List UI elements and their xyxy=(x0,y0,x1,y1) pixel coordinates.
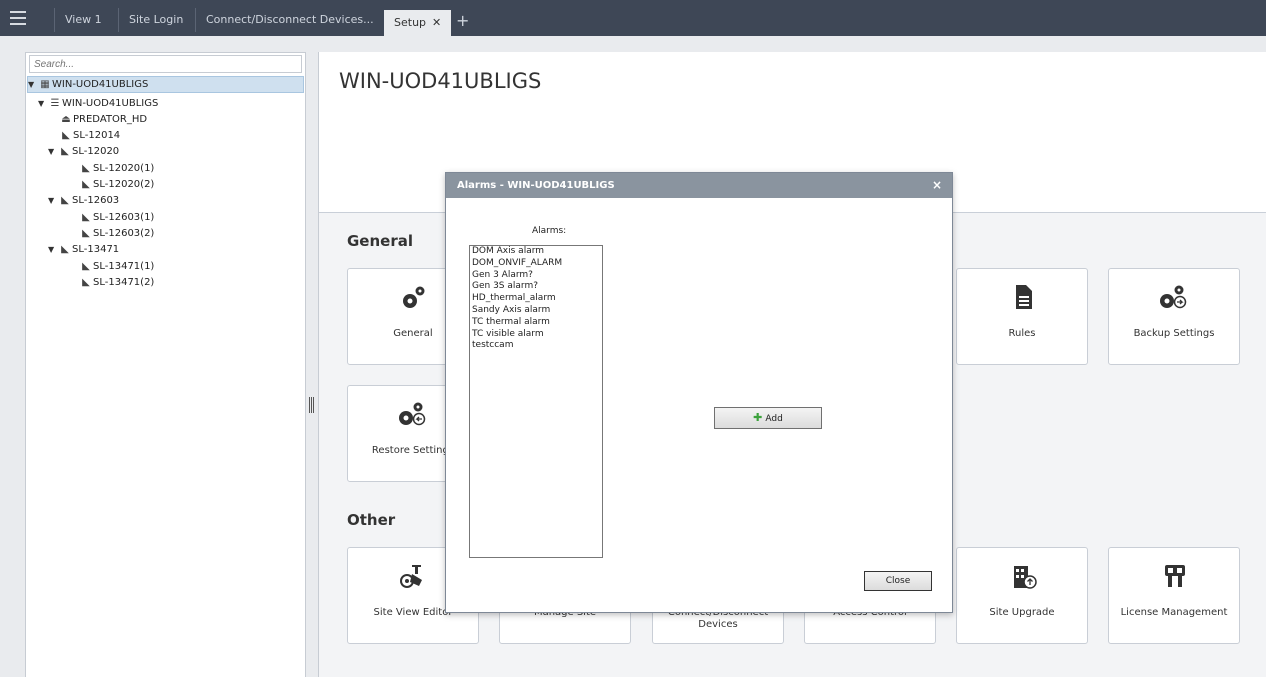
document-icon xyxy=(1016,285,1032,309)
tree-item-camera-group[interactable]: ▼ ◣ SL-12020 xyxy=(48,144,119,159)
license-management-card[interactable]: License Management xyxy=(1108,547,1240,644)
tab-label: Connect/Disconnect Devices... xyxy=(206,13,374,26)
tree-item-label: SL-12603 xyxy=(72,195,120,206)
alarm-list-item[interactable]: Gen 3S alarm? xyxy=(470,281,602,293)
tree-item-camera[interactable]: ◣ SL-12014 xyxy=(59,128,120,143)
top-tab-bar: View 1 Site Login Connect/Disconnect Dev… xyxy=(0,0,1266,36)
alarm-list-item[interactable]: DOM_ONVIF_ALARM xyxy=(470,258,602,270)
expand-caret-icon[interactable]: ▼ xyxy=(48,242,58,257)
site-building-icon: ▦ xyxy=(40,79,50,90)
tree-item-label: WIN-UOD41UBLIGS xyxy=(52,79,149,90)
tab-setup[interactable]: Setup ✕ xyxy=(384,10,452,36)
camera-icon: ◣ xyxy=(82,277,90,288)
close-button[interactable]: Close xyxy=(864,571,932,591)
page-title: WIN-UOD41UBLIGS xyxy=(339,69,542,93)
alarm-list-item[interactable]: HD_thermal_alarm xyxy=(470,293,602,305)
tab-site-login[interactable]: Site Login xyxy=(118,8,183,32)
expand-caret-icon[interactable]: ▼ xyxy=(48,193,58,208)
card-label: License Management xyxy=(1120,607,1228,618)
tree-item-label: WIN-UOD41UBLIGS xyxy=(62,98,159,109)
tab-label: Setup xyxy=(394,16,427,29)
camera-icon: ◣ xyxy=(82,179,90,190)
new-tab-button[interactable]: + xyxy=(456,12,469,30)
camera-icon: ◣ xyxy=(82,228,90,239)
camera-icon: ◣ xyxy=(61,244,69,255)
backup-settings-card[interactable]: Backup Settings xyxy=(1108,268,1240,365)
expand-caret-icon[interactable]: ▼ xyxy=(38,96,48,111)
tree-item-camera-group[interactable]: ▼ ◣ SL-13471 xyxy=(48,242,119,257)
search-input[interactable] xyxy=(29,55,302,73)
tree-item-label: SL-12603(1) xyxy=(93,212,155,223)
tree-item-label: SL-12020(1) xyxy=(93,163,155,174)
dome-camera-icon: ⏏ xyxy=(61,114,71,125)
camera-icon: ◣ xyxy=(61,195,69,206)
tree-item-server[interactable]: ▼ ☰ WIN-UOD41UBLIGS xyxy=(38,96,158,111)
alarm-list-item[interactable]: Sandy Axis alarm xyxy=(470,305,602,317)
alarms-label: Alarms: xyxy=(532,226,567,236)
plus-icon: ✚ xyxy=(753,411,763,424)
card-label: Site Upgrade xyxy=(989,607,1055,618)
general-section-title: General xyxy=(347,232,413,250)
tree-item-camera[interactable]: ◣ SL-12603(1) xyxy=(79,210,154,225)
dialog-title-bar[interactable]: Alarms - WIN-UOD41UBLIGS × xyxy=(446,173,952,198)
tree-item-camera[interactable]: ◣ SL-13471(2) xyxy=(79,275,154,290)
card-label: Backup Settings xyxy=(1133,328,1215,339)
camera-icon: ◣ xyxy=(61,146,69,157)
panel-splitter-handle[interactable] xyxy=(309,397,315,415)
tree-item-label: SL-12020(2) xyxy=(93,179,155,190)
camera-icon: ◣ xyxy=(82,163,90,174)
camera-icon: ◣ xyxy=(62,130,70,141)
tree-item-label: SL-13471(2) xyxy=(93,277,155,288)
add-button-label: Add xyxy=(765,414,783,424)
camera-icon: ◣ xyxy=(82,212,90,223)
expand-caret-icon[interactable]: ▼ xyxy=(28,77,38,92)
tree-item-camera[interactable]: ◣ SL-13471(1) xyxy=(79,259,154,274)
site-upgrade-card[interactable]: Site Upgrade xyxy=(956,547,1088,644)
close-tab-icon[interactable]: ✕ xyxy=(432,16,441,29)
other-section-title: Other xyxy=(347,511,396,529)
alarm-listbox[interactable]: DOM Axis alarm DOM_ONVIF_ALARM Gen 3 Ala… xyxy=(469,245,603,558)
tree-item-label: SL-12603(2) xyxy=(93,228,155,239)
hamburger-menu-icon[interactable] xyxy=(10,11,26,25)
tree-item-label: SL-12020 xyxy=(72,146,120,157)
tree-item-site[interactable]: ▼ ▦ WIN-UOD41UBLIGS xyxy=(27,76,304,93)
tree-item-label: SL-12014 xyxy=(73,130,121,141)
add-button[interactable]: ✚ Add xyxy=(714,407,822,429)
close-icon[interactable]: × xyxy=(932,173,942,198)
tab-label: View 1 xyxy=(65,13,102,26)
server-icon: ☰ xyxy=(50,98,60,109)
alarm-list-item[interactable]: Gen 3 Alarm? xyxy=(470,270,602,282)
alarm-list-item[interactable]: TC visible alarm xyxy=(470,329,602,341)
card-label: Rules xyxy=(1008,328,1036,339)
tree-item-camera[interactable]: ⏏ PREDATOR_HD xyxy=(59,112,147,127)
device-tree-panel: ▼▦WIN-UOD41UBLIGS ▼☰WIN-UOD41UBLIGS ⏏PRE… xyxy=(25,52,306,677)
alarm-list-item[interactable]: TC thermal alarm xyxy=(470,317,602,329)
alarms-dialog: Alarms - WIN-UOD41UBLIGS × Alarms: DOM A… xyxy=(445,172,953,613)
camera-icon: ◣ xyxy=(82,261,90,272)
tab-connect-disconnect[interactable]: Connect/Disconnect Devices... xyxy=(195,8,374,32)
gears-backup-icon xyxy=(1160,285,1187,309)
alarm-list-item[interactable]: DOM Axis alarm xyxy=(470,246,602,258)
tree-item-label: SL-13471(1) xyxy=(93,261,155,272)
tab-view-1[interactable]: View 1 xyxy=(54,8,102,32)
tree-item-label: SL-13471 xyxy=(72,244,120,255)
tree-item-camera[interactable]: ◣ SL-12020(2) xyxy=(79,177,154,192)
tree-item-camera[interactable]: ◣ SL-12020(1) xyxy=(79,161,154,176)
rules-card[interactable]: Rules xyxy=(956,268,1088,365)
tree-item-camera-group[interactable]: ▼ ◣ SL-12603 xyxy=(48,193,119,208)
tree-item-label: PREDATOR_HD xyxy=(73,114,148,125)
expand-caret-icon[interactable]: ▼ xyxy=(48,144,58,159)
dialog-title: Alarms - WIN-UOD41UBLIGS xyxy=(457,180,615,191)
tree-item-camera[interactable]: ◣ SL-12603(2) xyxy=(79,226,154,241)
alarm-list-item[interactable]: testccam xyxy=(470,340,602,352)
tab-label: Site Login xyxy=(129,13,184,26)
key-icon xyxy=(1165,565,1185,587)
building-upgrade-icon xyxy=(1014,566,1037,589)
